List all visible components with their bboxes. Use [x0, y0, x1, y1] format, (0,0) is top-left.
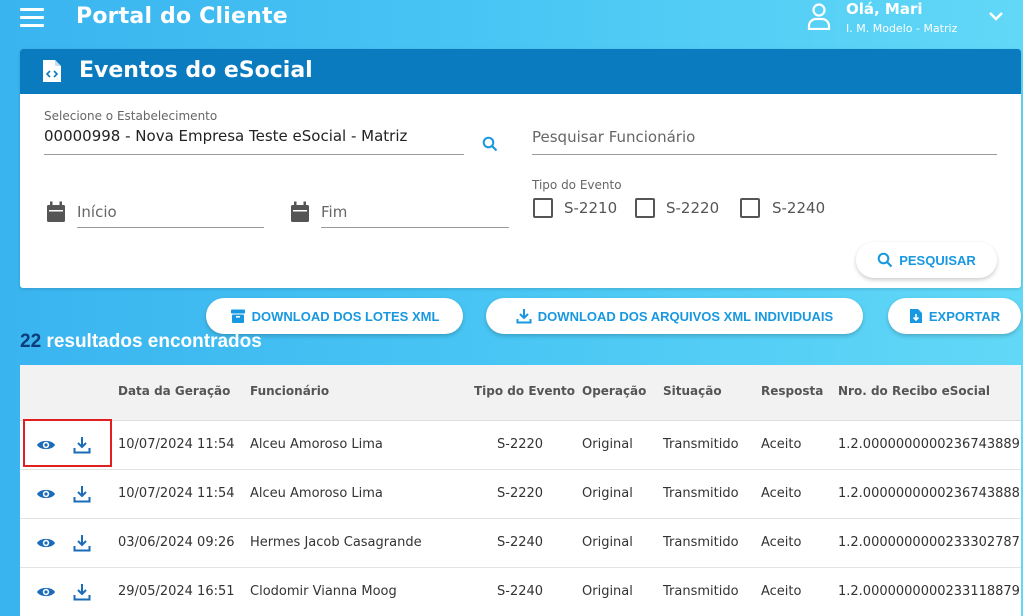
cell-operation: Original — [582, 584, 633, 599]
export-label: EXPORTAR — [928, 308, 1001, 324]
cell-receipt: 1.2.0000000000236743888 — [838, 486, 1020, 501]
download-batches-label: DOWNLOAD DOS LOTES XML — [251, 308, 440, 324]
cell-receipt: 1.2.0000000000236743889 — [838, 437, 1020, 452]
cell-employee: Alceu Amoroso Lima — [250, 486, 383, 501]
app-title: Portal do Cliente — [76, 4, 288, 29]
cell-employee: Clodomir Vianna Moog — [250, 584, 397, 599]
cell-status: Transmitido — [663, 535, 739, 550]
cell-status: Transmitido — [663, 486, 739, 501]
col-event-type[interactable]: Tipo do Evento — [474, 384, 575, 398]
download-batches-button[interactable]: DOWNLOAD DOS LOTES XML — [206, 298, 463, 334]
establishment-select[interactable]: 00000998 - Nova Empresa Teste eSocial - … — [44, 127, 407, 145]
chevron-down-icon[interactable] — [986, 8, 1006, 24]
results-text: resultados encontrados — [46, 331, 262, 352]
cell-date: 03/06/2024 09:26 — [118, 535, 235, 550]
col-generation-date[interactable]: Data da Geração — [118, 384, 230, 398]
user-company: I. M. Modelo - Matriz — [846, 22, 958, 35]
top-bar: Portal do Cliente Olá, Mari I. M. Modelo… — [0, 0, 1023, 38]
cell-response: Aceito — [761, 486, 802, 501]
user-icon[interactable] — [807, 2, 831, 30]
checkbox-s2240[interactable] — [740, 198, 760, 218]
cell-response: Aceito — [761, 535, 802, 550]
cell-operation: Original — [582, 437, 633, 452]
cell-date: 10/07/2024 11:54 — [118, 437, 235, 452]
checkbox-label-s2210: S-2210 — [564, 199, 618, 217]
search-button[interactable]: PESQUISAR — [856, 242, 997, 278]
end-date-underline — [321, 227, 509, 228]
start-date-underline — [77, 227, 264, 228]
calendar-end-icon[interactable] — [290, 201, 310, 223]
view-eye-icon[interactable] — [36, 533, 56, 553]
download-individual-label: DOWNLOAD DOS ARQUIVOS XML INDIVIDUAIS — [537, 308, 834, 324]
checkbox-s2210[interactable] — [533, 198, 553, 218]
cell-operation: Original — [582, 486, 633, 501]
checkbox-label-s2220: S-2220 — [666, 199, 720, 217]
cell-employee: Alceu Amoroso Lima — [250, 437, 383, 452]
table-row: 10/07/2024 11:54 Alceu Amoroso Lima S-22… — [20, 421, 1021, 470]
cell-type: S-2220 — [497, 486, 544, 501]
results-number: 22 — [20, 331, 42, 352]
cell-status: Transmitido — [663, 437, 739, 452]
cell-receipt: 1.2.0000000000233118879 — [838, 584, 1020, 599]
col-operation[interactable]: Operação — [582, 384, 646, 398]
results-count: 22 resultados encontrados — [20, 331, 262, 353]
start-date-input[interactable]: Início — [77, 203, 117, 221]
archive-icon — [230, 309, 245, 323]
cell-employee: Hermes Jacob Casagrande — [250, 535, 422, 550]
card-title: Eventos do eSocial — [79, 58, 313, 83]
establishment-label: Selecione o Estabelecimento — [44, 109, 218, 123]
checkbox-label-s2240: S-2240 — [772, 199, 826, 217]
highlight-box — [23, 419, 112, 467]
search-button-icon — [877, 252, 893, 268]
events-table: Data da Geração Funcionário Tipo do Even… — [20, 365, 1021, 616]
employee-underline — [532, 154, 997, 155]
event-type-label: Tipo do Evento — [532, 178, 622, 192]
table-row: 10/07/2024 11:54 Alceu Amoroso Lima S-22… — [20, 470, 1021, 519]
cell-date: 29/05/2024 16:51 — [118, 584, 235, 599]
cell-date: 10/07/2024 11:54 — [118, 486, 235, 501]
employee-search-input[interactable]: Pesquisar Funcionário — [532, 128, 695, 146]
export-button[interactable]: EXPORTAR — [888, 298, 1021, 334]
establishment-underline — [44, 154, 464, 155]
cell-response: Aceito — [761, 437, 802, 452]
download-icon[interactable] — [72, 484, 92, 504]
table-header: Data da Geração Funcionário Tipo do Even… — [20, 365, 1021, 421]
filter-card: Eventos do eSocial Selecione o Estabelec… — [20, 49, 1021, 288]
col-response[interactable]: Resposta — [761, 384, 823, 398]
end-date-input[interactable]: Fim — [321, 203, 347, 221]
download-individual-button[interactable]: DOWNLOAD DOS ARQUIVOS XML INDIVIDUAIS — [486, 298, 863, 334]
col-receipt[interactable]: Nro. do Recibo eSocial — [838, 384, 990, 398]
search-icon[interactable] — [482, 136, 498, 152]
calendar-start-icon[interactable] — [46, 201, 66, 223]
cell-status: Transmitido — [663, 584, 739, 599]
file-download-icon — [909, 309, 922, 323]
table-row: 29/05/2024 16:51 Clodomir Vianna Moog S-… — [20, 568, 1021, 616]
view-eye-icon[interactable] — [36, 582, 56, 602]
cell-type: S-2240 — [497, 535, 544, 550]
hamburger-menu-icon[interactable] — [20, 8, 44, 28]
cell-type: S-2240 — [497, 584, 544, 599]
col-status[interactable]: Situação — [663, 384, 722, 398]
search-button-label: PESQUISAR — [899, 252, 976, 268]
cell-operation: Original — [582, 535, 633, 550]
download-icon — [516, 309, 532, 324]
view-eye-icon[interactable] — [36, 484, 56, 504]
cell-type: S-2220 — [497, 437, 544, 452]
download-icon[interactable] — [72, 533, 92, 553]
cell-response: Aceito — [761, 584, 802, 599]
checkbox-s2220[interactable] — [635, 198, 655, 218]
user-greeting: Olá, Mari — [846, 0, 923, 18]
download-icon[interactable] — [72, 582, 92, 602]
card-header: Eventos do eSocial — [20, 49, 1021, 94]
table-row: 03/06/2024 09:26 Hermes Jacob Casagrande… — [20, 519, 1021, 568]
code-document-icon — [43, 60, 61, 82]
cell-receipt: 1.2.0000000000233302787 — [838, 535, 1020, 550]
col-employee[interactable]: Funcionário — [250, 384, 329, 398]
